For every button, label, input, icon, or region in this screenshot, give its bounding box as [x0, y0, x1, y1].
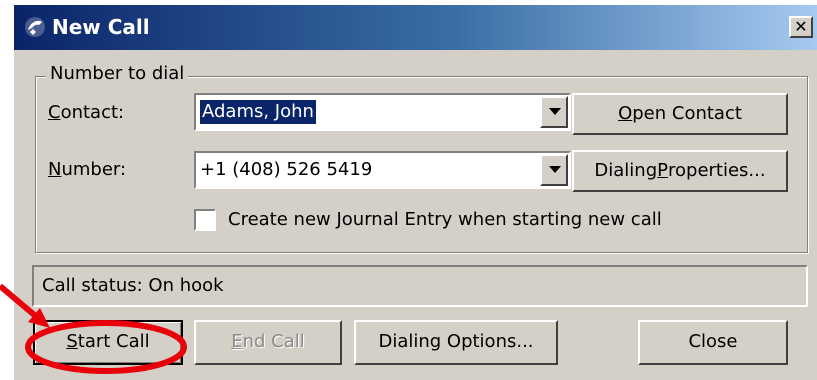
title-bar[interactable]: New Call ✕	[14, 5, 817, 50]
phone-icon	[25, 17, 45, 37]
number-label: Number:	[48, 159, 127, 180]
number-dropdown-button[interactable]	[540, 154, 568, 186]
start-call-button[interactable]: Start Call	[33, 320, 183, 365]
open-contact-button[interactable]: Open Contact	[572, 93, 788, 135]
close-button[interactable]: Close	[638, 320, 788, 365]
screenshot-stage: New Call ✕ Number to dial Contact: Adams…	[0, 0, 817, 380]
number-value[interactable]: +1 (408) 526 5419	[200, 158, 372, 182]
contact-dropdown-button[interactable]	[540, 96, 568, 128]
contact-value[interactable]: Adams, John	[200, 100, 316, 124]
dialing-properties-button[interactable]: Dialing Properties...	[572, 150, 788, 192]
journal-entry-label[interactable]: Create new Journal Entry when starting n…	[228, 208, 662, 232]
group-legend: Number to dial	[46, 62, 189, 86]
journal-entry-checkbox[interactable]	[194, 209, 216, 231]
contact-label: Contact:	[48, 102, 125, 123]
new-call-dialog: New Call ✕ Number to dial Contact: Adams…	[14, 5, 817, 380]
call-status-text: Call status: On hook	[42, 275, 224, 296]
window-title: New Call	[52, 15, 150, 39]
close-window-button[interactable]: ✕	[789, 16, 813, 38]
call-status-panel: Call status: On hook	[32, 265, 808, 307]
dialing-options-button[interactable]: Dialing Options...	[354, 320, 558, 365]
chevron-down-icon	[549, 166, 561, 173]
end-call-button[interactable]: End Call	[194, 320, 342, 365]
close-icon: ✕	[794, 17, 808, 36]
chevron-down-icon	[549, 108, 561, 115]
number-combobox[interactable]: +1 (408) 526 5419	[194, 151, 571, 189]
contact-combobox[interactable]: Adams, John	[194, 93, 571, 131]
